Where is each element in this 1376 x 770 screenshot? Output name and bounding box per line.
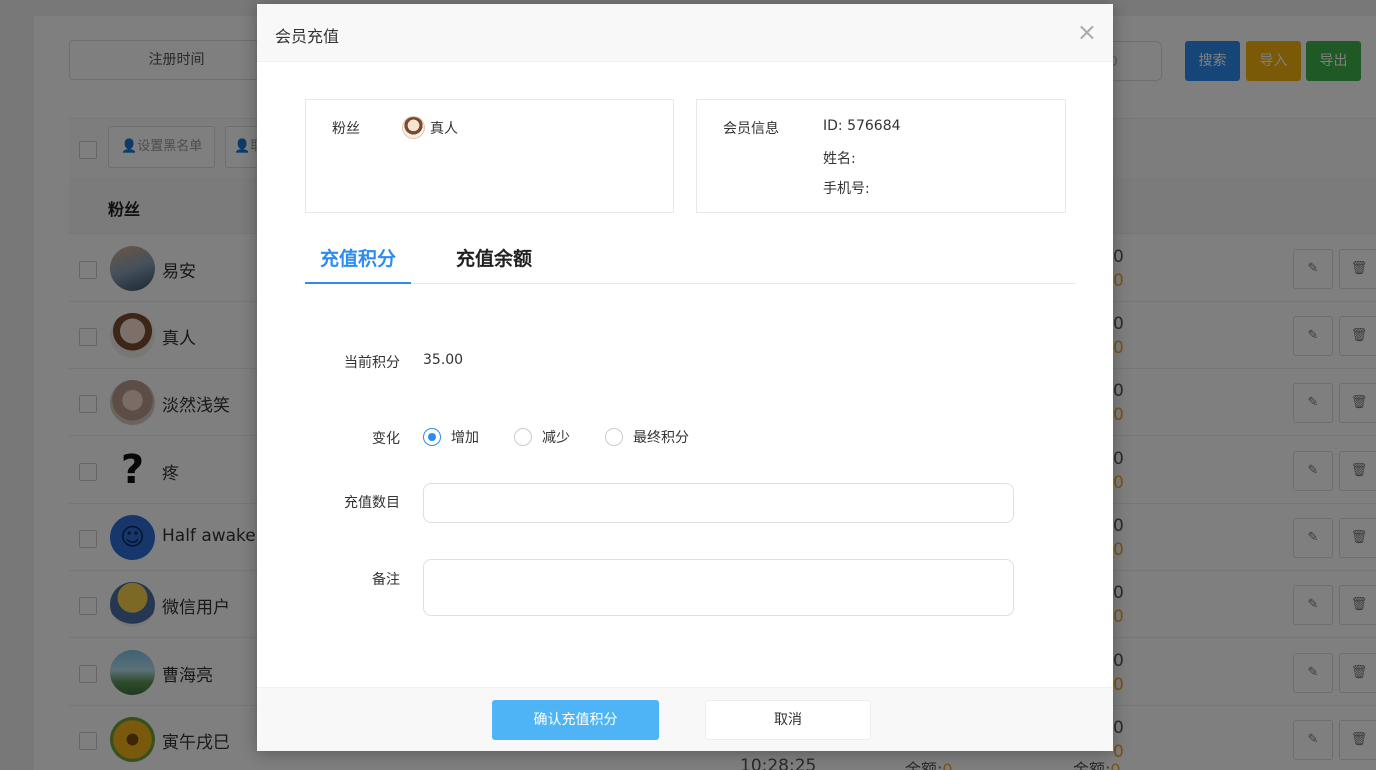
fan-label: 粉丝 (332, 121, 360, 137)
member-name: 姓名: (823, 151, 856, 167)
modal-footer: 确认充值积分 取消 (257, 687, 1113, 751)
recharge-modal: 会员充值 × 粉丝 真人 会员信息 ID: 576684 姓名: 手机号: 充值… (257, 4, 1113, 751)
modal-title: 会员充值 (275, 27, 340, 46)
cancel-button[interactable]: 取消 (705, 700, 871, 740)
radio-decrease[interactable]: 减少 (514, 427, 570, 447)
amount-input[interactable] (423, 483, 1014, 523)
active-tab-indicator (305, 282, 411, 284)
member-info-card: 会员信息 ID: 576684 姓名: 手机号: (696, 99, 1066, 213)
radio-final-points[interactable]: 最终积分 (605, 427, 689, 447)
change-label: 变化 (372, 431, 400, 447)
confirm-recharge-button[interactable]: 确认充值积分 (492, 700, 659, 740)
radio-dot (514, 428, 532, 446)
fan-name: 真人 (430, 121, 458, 137)
radio-increase[interactable]: 增加 (423, 427, 479, 447)
recharge-tabs: 充值积分 充值余额 (305, 234, 1076, 284)
remark-textarea[interactable] (423, 559, 1014, 616)
current-points-label: 当前积分 (344, 355, 400, 371)
tab-recharge-points[interactable]: 充值积分 (320, 244, 396, 271)
radio-final-points-label: 最终积分 (633, 430, 689, 446)
avatar (402, 116, 425, 139)
close-icon[interactable]: × (1077, 18, 1097, 46)
radio-decrease-label: 减少 (542, 430, 570, 446)
member-info-label: 会员信息 (723, 121, 779, 137)
tab-recharge-balance[interactable]: 充值余额 (456, 244, 532, 271)
radio-dot (423, 428, 441, 446)
radio-increase-label: 增加 (451, 430, 479, 446)
amount-label: 充值数目 (344, 495, 400, 511)
radio-dot (605, 428, 623, 446)
modal-header: 会员充值 × (257, 4, 1113, 62)
fan-info-card: 粉丝 真人 (305, 99, 674, 213)
current-points-value: 35.00 (423, 352, 464, 368)
member-id: ID: 576684 (823, 118, 901, 134)
member-phone: 手机号: (823, 181, 870, 197)
remark-label: 备注 (372, 572, 400, 588)
